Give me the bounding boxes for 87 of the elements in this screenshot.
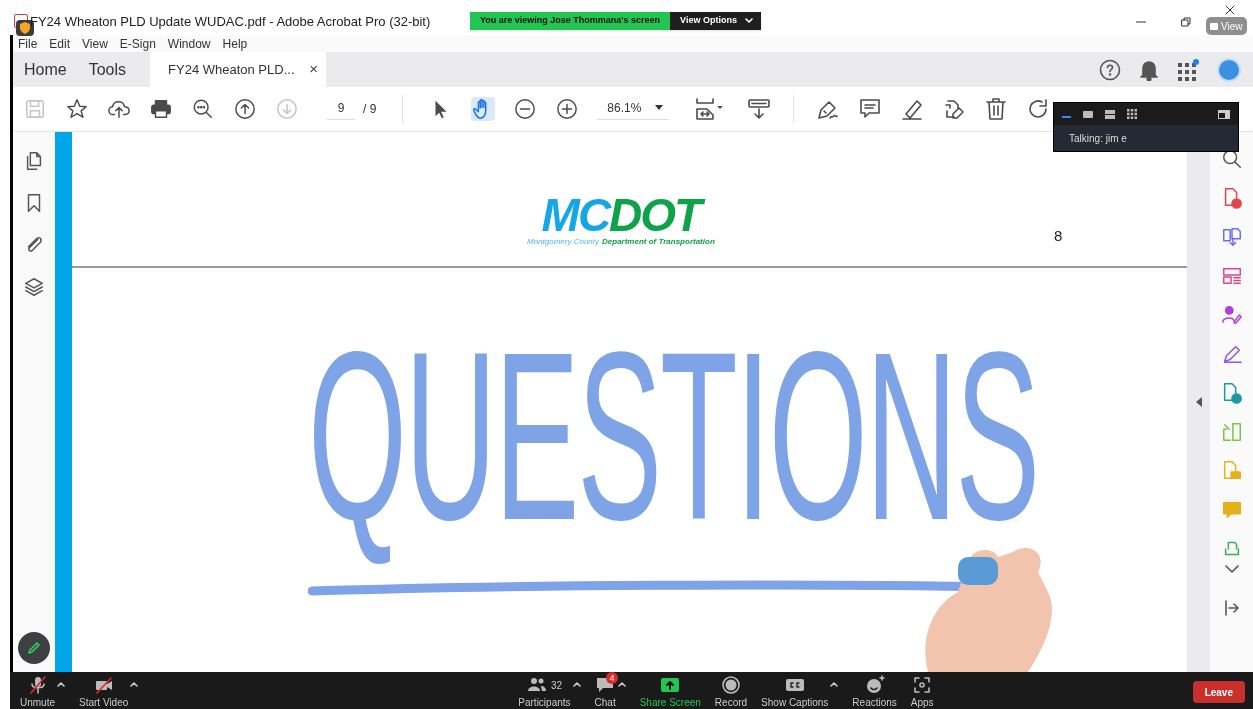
toolbar-button[interactable]: Start Video <box>79 674 129 709</box>
page-up-icon <box>234 98 256 120</box>
leave-button[interactable]: Leave <box>1192 681 1245 703</box>
pencil-icon <box>27 641 41 655</box>
toolbar-button[interactable]: Apps <box>910 674 934 709</box>
star-icon <box>66 98 88 120</box>
active-speaker-text: Talking: jim e <box>1068 132 1128 146</box>
gallery-view-icon[interactable] <box>1127 109 1137 119</box>
muted-microphone-icon <box>27 675 48 695</box>
menu-item[interactable]: Edit <box>49 34 71 53</box>
collapse-arrow-icon[interactable] <box>1195 397 1202 407</box>
caret-up-icon[interactable] <box>617 682 626 687</box>
star-button[interactable] <box>65 97 89 121</box>
print-icon <box>150 98 172 120</box>
caret-up-icon[interactable] <box>130 682 139 687</box>
logo-tagline: Montgomery County <box>527 236 600 248</box>
menu-item[interactable]: File <box>18 34 38 53</box>
zoom-search-icon <box>192 98 214 120</box>
tab[interactable]: Tools <box>77 52 138 87</box>
layout-icon[interactable] <box>1220 265 1243 287</box>
caret-up-icon[interactable] <box>57 682 65 687</box>
caret-up-icon[interactable] <box>572 682 581 687</box>
logo-tagline: Department of Transportation <box>602 236 715 248</box>
toolbar-button[interactable]: Share Screen <box>639 674 701 709</box>
print-button[interactable] <box>149 97 173 121</box>
window-title: FY24 Wheaton PLD Update WUDAC.pdf - Adobe Acrobat Pro (32-bit) <box>30 15 431 28</box>
speaker-view-icon[interactable] <box>1083 110 1093 118</box>
close-icon[interactable] <box>1225 5 1235 15</box>
tab[interactable]: FY24 Wheaton PLD... × <box>150 52 327 87</box>
document-export-icon[interactable] <box>1220 226 1243 248</box>
menu-item[interactable]: View <box>82 34 108 53</box>
stacked-view-icon[interactable] <box>1105 109 1115 119</box>
avatar[interactable] <box>1217 57 1241 82</box>
save-icon <box>24 98 46 120</box>
fit-page-icon[interactable] <box>693 97 724 121</box>
view-options-button[interactable]: View Options <box>670 12 761 30</box>
caret-icon <box>744 18 753 24</box>
video-off-icon <box>93 675 114 695</box>
trash-icon[interactable] <box>984 97 1009 121</box>
record-icon <box>720 675 741 695</box>
zoom-in-icon <box>556 98 579 120</box>
page-total: / 9 <box>363 101 377 118</box>
toolbar-button[interactable]: Record <box>714 674 748 709</box>
restore-icon[interactable] <box>1181 17 1191 27</box>
close-tab-icon[interactable]: × <box>309 58 319 81</box>
page-up-button[interactable] <box>233 97 257 121</box>
zoom-field[interactable]: 86.1% <box>597 98 670 120</box>
zoom-out-button[interactable] <box>513 97 538 121</box>
edit-floating-button[interactable] <box>18 632 50 664</box>
person-pen-icon[interactable] <box>1220 304 1243 326</box>
toolbar-button[interactable]: Unmute <box>20 674 55 709</box>
toolbar-button[interactable]: Show Captions <box>761 674 829 709</box>
apps-icon <box>912 675 933 695</box>
menu-item[interactable]: E-Sign <box>119 34 156 53</box>
comment-icon[interactable] <box>858 97 883 121</box>
menu-item[interactable]: Window <box>167 34 211 53</box>
edit-pdf-icon[interactable] <box>942 97 967 121</box>
help-icon[interactable] <box>1099 58 1121 81</box>
page-number: 8 <box>1054 226 1063 246</box>
collapse-panel-icon[interactable] <box>1223 600 1240 616</box>
pop-out-icon[interactable] <box>1218 109 1230 119</box>
layers-icon[interactable] <box>23 276 45 298</box>
keyboard-down-icon[interactable] <box>747 97 772 121</box>
cloud-upload-icon <box>108 98 130 120</box>
sharing-banner: You are viewing Jose Thommana's screen <box>470 12 671 30</box>
apps-grid-icon[interactable] <box>1177 58 1199 81</box>
smiley-icon <box>864 675 885 695</box>
tab[interactable]: Home <box>13 52 78 87</box>
zoom-search-button[interactable] <box>191 97 215 121</box>
expand-down-icon[interactable] <box>1224 565 1239 573</box>
caret-up-icon[interactable] <box>830 682 839 687</box>
menu-item[interactable]: Help <box>222 34 248 53</box>
toolbar-button[interactable]: Reactions <box>852 674 897 709</box>
toolbar-button[interactable]: 32 Participants <box>518 674 571 709</box>
share-screen-icon <box>660 675 681 695</box>
notification-badge: 4 <box>606 672 619 684</box>
zoom-out-icon <box>514 98 537 120</box>
participant-count: 32 <box>550 678 562 693</box>
hand-tool-button[interactable] <box>471 97 496 121</box>
page-down-icon <box>276 98 298 120</box>
toolbar-button[interactable]: 4 Chat <box>594 674 616 709</box>
highlighter-icon[interactable] <box>900 97 925 121</box>
caret-icon <box>655 105 664 110</box>
zoom-in-button[interactable] <box>555 97 580 121</box>
page-number-field[interactable]: 9 <box>327 98 355 120</box>
bell-icon[interactable] <box>1139 58 1159 81</box>
headline-text: QUESTIONS <box>308 301 1039 572</box>
